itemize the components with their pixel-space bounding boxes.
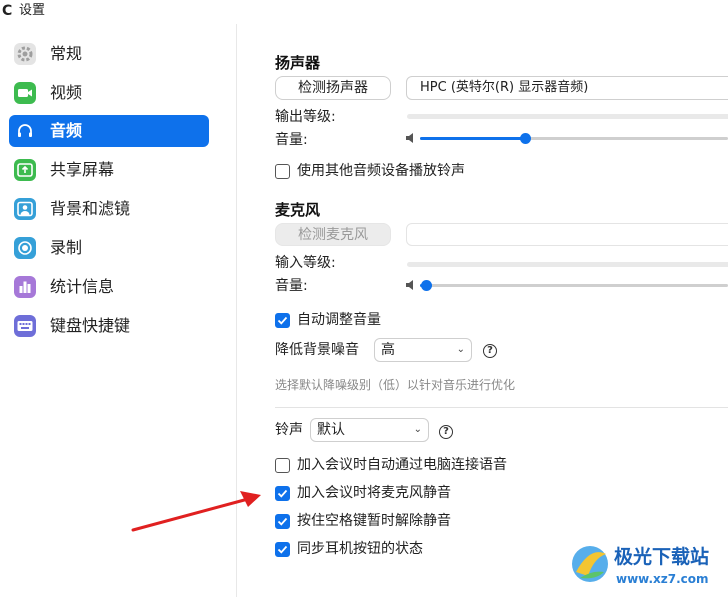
microphone-volume-icon (406, 280, 413, 290)
test-speaker-button[interactable]: 检测扬声器 (275, 76, 391, 100)
microphone-volume-track[interactable] (420, 284, 728, 287)
speaker-section-title: 扬声器 (275, 54, 321, 72)
auto-adjust-volume-label: 自动调整音量 (297, 312, 381, 328)
microphone-volume-slider-thumb[interactable] (421, 280, 432, 291)
sidebar-item-share-screen[interactable]: 共享屏幕 (9, 154, 209, 186)
sidebar-item-label: 统计信息 (50, 277, 115, 296)
sidebar-item-label: 共享屏幕 (50, 160, 115, 179)
mute-mic-on-join-label: 加入会议时将麦克风静音 (297, 485, 451, 501)
speaker-volume-icon (406, 133, 413, 143)
test-microphone-button[interactable]: 检测麦克风 (275, 223, 391, 246)
help-icon[interactable]: ? (439, 425, 453, 439)
microphone-section-title: 麦克风 (275, 201, 321, 219)
speaker-volume-fill (420, 137, 525, 140)
gear-icon (14, 43, 36, 65)
input-level-label: 输入等级: (275, 255, 336, 271)
output-level-label: 输出等级: (275, 109, 336, 125)
keyboard-icon (14, 315, 36, 337)
sidebar-item-recording[interactable]: 录制 (9, 232, 209, 264)
sidebar-item-label: 背景和滤镜 (50, 199, 131, 218)
speaker-volume-slider-thumb[interactable] (520, 133, 531, 144)
output-level-meter (407, 114, 728, 119)
microphone-device-select[interactable] (406, 223, 728, 246)
sidebar-item-general[interactable]: 常规 (9, 38, 209, 70)
help-icon[interactable]: ? (483, 344, 497, 358)
sidebar-item-statistics[interactable]: 统计信息 (9, 271, 209, 303)
watermark: 极光下载站 www.xz7.com (566, 540, 728, 597)
auto-join-audio-label: 加入会议时自动通过电脑连接语音 (297, 457, 507, 473)
noise-suppression-label: 降低背景噪音 (275, 342, 359, 358)
space-to-unmute-label: 按住空格键暂时解除静音 (297, 513, 451, 529)
ringtone-value: 默认 (317, 422, 345, 438)
sidebar-item-keyboard-shortcuts[interactable]: 键盘快捷键 (9, 310, 209, 342)
microphone-volume-label: 音量: (275, 278, 308, 294)
ringtone-label: 铃声 (275, 422, 303, 438)
video-camera-icon (14, 82, 36, 104)
sidebar-item-label: 常规 (50, 44, 83, 63)
watermark-logo-icon (572, 546, 608, 582)
record-icon (14, 237, 36, 259)
mute-mic-on-join-checkbox[interactable] (275, 486, 290, 501)
noise-suppression-dropdown[interactable]: 高 ⌄ (374, 338, 472, 362)
input-level-meter (407, 262, 728, 267)
sync-headset-buttons-checkbox[interactable] (275, 542, 290, 557)
person-background-icon (14, 198, 36, 220)
window-title: 设置 (19, 3, 46, 18)
sidebar-item-background-filters[interactable]: 背景和滤镜 (9, 193, 209, 225)
use-other-device-label: 使用其他音频设备播放铃声 (297, 163, 465, 179)
auto-join-audio-checkbox[interactable] (275, 458, 290, 473)
noise-suppression-value: 高 (381, 342, 395, 358)
chevron-down-icon: ⌄ (413, 424, 422, 435)
sidebar-item-video[interactable]: 视频 (9, 77, 209, 109)
speaker-volume-label: 音量: (275, 132, 308, 148)
watermark-name: 极光下载站 (614, 546, 710, 568)
sidebar-item-label: 音频 (50, 121, 83, 140)
speaker-device-select[interactable]: HPC (英特尔(R) 显示器音频) (406, 76, 728, 100)
auto-adjust-volume-checkbox[interactable] (275, 313, 290, 328)
noise-suppression-hint: 选择默认降噪级别（低）以针对音乐进行优化 (275, 378, 516, 392)
audio-settings-panel: 扬声器 检测扬声器 HPC (英特尔(R) 显示器音频) 输出等级: 音量: 使… (237, 24, 728, 597)
watermark-url: www.xz7.com (616, 572, 709, 586)
space-to-unmute-checkbox[interactable] (275, 514, 290, 529)
stats-icon (14, 276, 36, 298)
title-bar: C 设置 (0, 0, 728, 24)
sync-headset-buttons-label: 同步耳机按钮的状态 (297, 541, 423, 557)
share-screen-icon (14, 159, 36, 181)
sidebar-item-label: 键盘快捷键 (50, 316, 131, 335)
use-other-device-checkbox[interactable] (275, 164, 290, 179)
sidebar-item-label: 录制 (50, 238, 83, 257)
section-divider (275, 407, 728, 408)
sidebar-item-label: 视频 (50, 83, 83, 102)
headphones-icon (14, 120, 36, 142)
zoom-app-icon: C (2, 3, 13, 19)
chevron-down-icon: ⌄ (456, 344, 465, 355)
sidebar-item-audio[interactable]: 音频 (9, 115, 209, 147)
ringtone-dropdown[interactable]: 默认 ⌄ (310, 418, 429, 442)
annotation-arrow (131, 491, 261, 532)
